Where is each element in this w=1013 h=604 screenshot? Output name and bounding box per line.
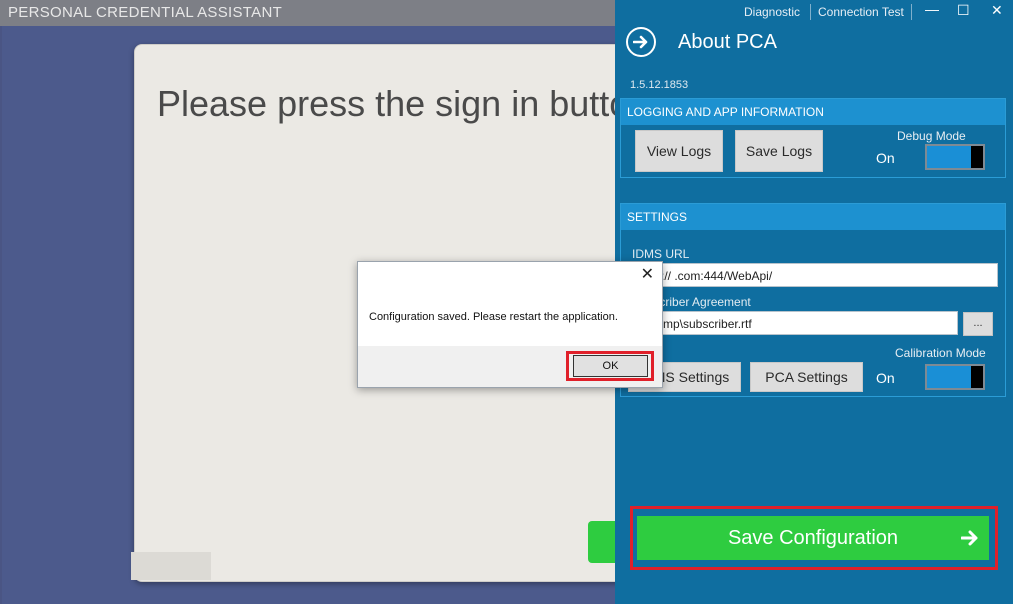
back-arrow-icon[interactable] <box>626 27 656 57</box>
save-configuration-button[interactable]: Save Configuration <box>637 516 989 560</box>
settings-header: SETTINGS <box>621 204 1005 230</box>
version-number: 1.5.12.1853 <box>630 79 689 91</box>
app-title: PERSONAL CREDENTIAL ASSISTANT <box>0 0 615 26</box>
idms-url-label: IDMS URL <box>632 247 690 261</box>
settings-section: SETTINGS IDMS URL https:// .com:444/WebA… <box>620 203 1006 397</box>
view-logs-button[interactable]: View Logs <box>635 130 723 172</box>
sign-in-heading: Please press the sign in button <box>157 83 650 124</box>
save-logs-button[interactable]: Save Logs <box>735 130 823 172</box>
calibration-mode-state: On <box>876 370 895 386</box>
debug-mode-state: On <box>876 150 895 166</box>
topbar-separator <box>810 4 811 20</box>
subscriber-agreement-input[interactable]: C:\Temp\subscriber.rtf <box>630 311 958 335</box>
minimize-icon[interactable]: — <box>925 1 939 17</box>
idms-url-input[interactable]: https:// .com:444/WebApi/ <box>630 263 998 287</box>
dialog-close-icon[interactable]: ✕ <box>641 264 654 284</box>
toggle-knob <box>971 146 983 168</box>
debug-mode-label: Debug Mode <box>897 129 966 143</box>
calibration-mode-label: Calibration Mode <box>895 346 986 360</box>
save-configuration-label: Save Configuration <box>727 527 899 549</box>
logging-section: LOGGING AND APP INFORMATION View Logs Sa… <box>620 98 1006 178</box>
panel-title: About PCA <box>678 31 777 53</box>
diagnostic-link[interactable]: Diagnostic <box>744 5 800 19</box>
toggle-knob <box>971 366 983 388</box>
topbar-separator <box>911 4 912 20</box>
close-icon[interactable]: ✕ <box>991 2 1003 19</box>
logging-header: LOGGING AND APP INFORMATION <box>621 99 1005 125</box>
browse-button[interactable]: ... <box>963 312 993 336</box>
maximize-icon[interactable]: ☐ <box>957 2 970 19</box>
calibration-mode-toggle[interactable] <box>925 364 985 390</box>
dialog-message: Configuration saved. Please restart the … <box>369 311 618 323</box>
debug-mode-toggle[interactable] <box>925 144 985 170</box>
panel-topbar: Diagnostic Connection Test — ☐ ✕ <box>615 0 1013 26</box>
pca-settings-button[interactable]: PCA Settings <box>750 362 863 392</box>
arrow-right-icon <box>961 530 978 546</box>
connection-test-link[interactable]: Connection Test <box>818 5 904 19</box>
card-footer-stub <box>131 552 211 580</box>
ok-button[interactable]: OK <box>573 355 648 377</box>
